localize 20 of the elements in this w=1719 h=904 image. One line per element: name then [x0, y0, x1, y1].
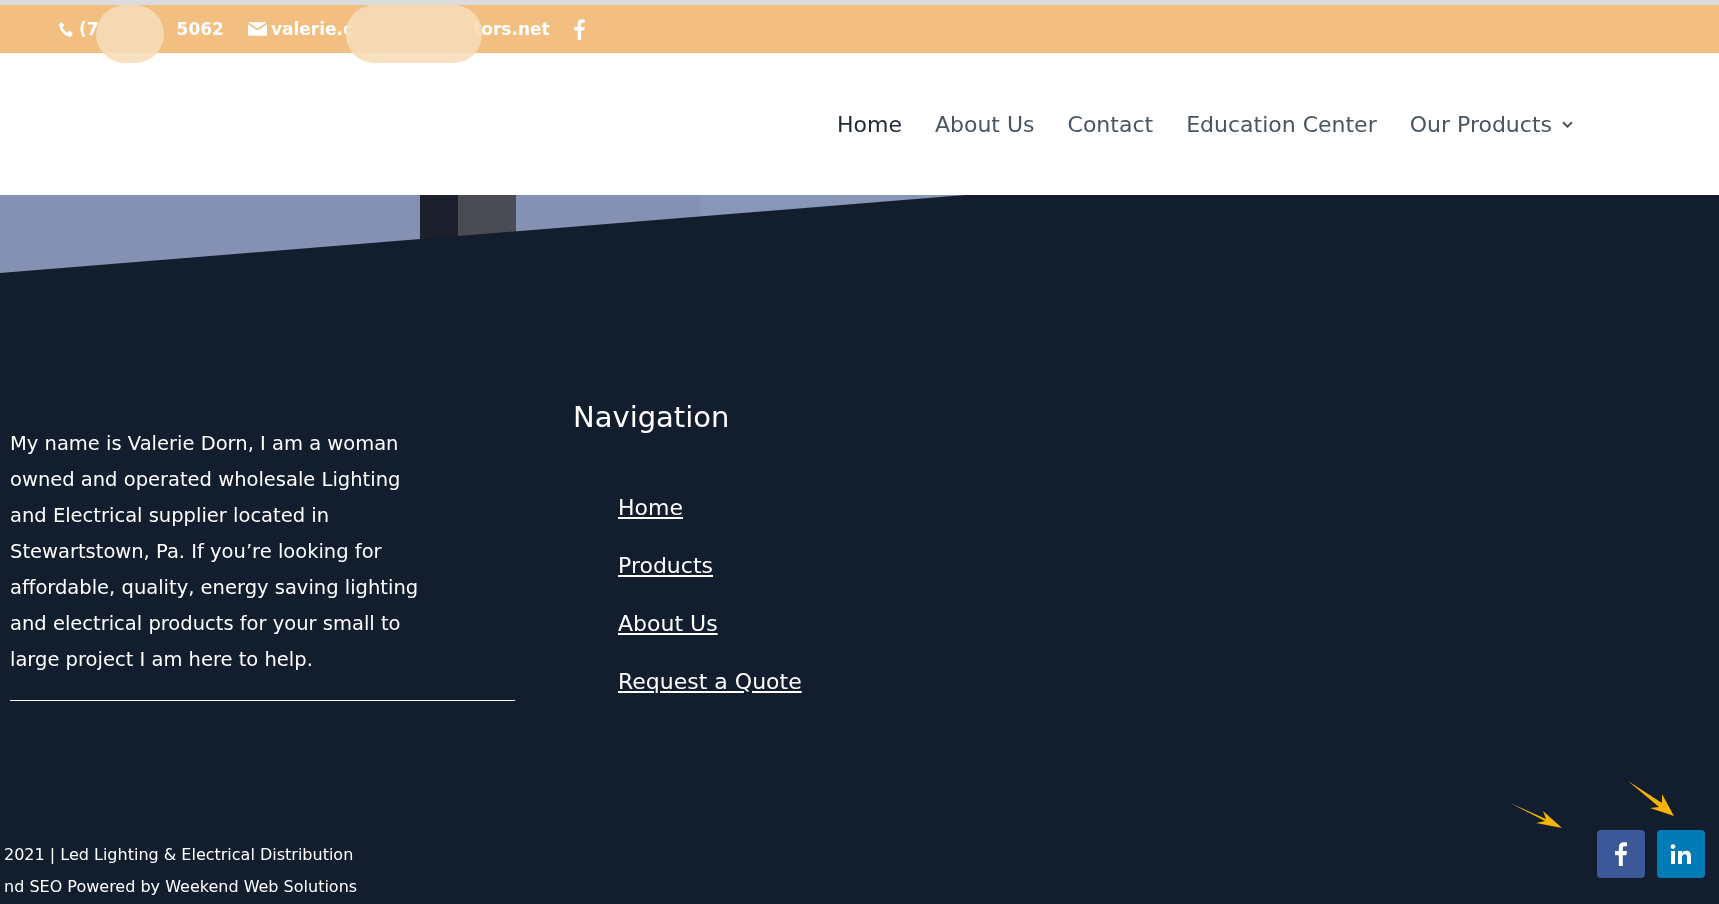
phone-icon — [58, 20, 75, 38]
nav-link[interactable]: Home — [836, 111, 902, 137]
footer-heading: Navigation — [573, 400, 731, 434]
footer-link[interactable]: Products — [618, 553, 713, 578]
linkedin-icon — [1670, 844, 1692, 864]
envelope-icon — [247, 22, 267, 36]
footer-link[interactable]: Request a Quote — [618, 669, 802, 694]
arrow-icon — [1628, 780, 1674, 816]
about-paragraph: My name is Valerie Dorn, I am a woman owned and operated wholesale Lighting and Electrical supplier located in Stewartstown, Pa. If you’re looking for affordable, quality, energy saving lighting and electrical products for your small to large project I am here to help. — [10, 431, 420, 673]
nav-link[interactable]: Education Center — [1186, 111, 1377, 137]
facebook-button[interactable] — [1597, 830, 1645, 878]
footer-link[interactable]: About Us — [618, 611, 718, 636]
credit-text: nd SEO Powered by Weekend Web Solutions — [4, 877, 358, 896]
copyright-text: 2021 | Led Lighting & Electrical Distribution — [4, 845, 355, 864]
facebook-icon — [1615, 842, 1627, 866]
nav-link[interactable]: Our Products — [1409, 111, 1573, 137]
nav-link[interactable]: About Us — [934, 111, 1035, 137]
footer-link[interactable]: Home — [618, 495, 683, 520]
nav-link[interactable]: Contact — [1067, 111, 1154, 137]
linkedin-button[interactable] — [1657, 830, 1705, 878]
